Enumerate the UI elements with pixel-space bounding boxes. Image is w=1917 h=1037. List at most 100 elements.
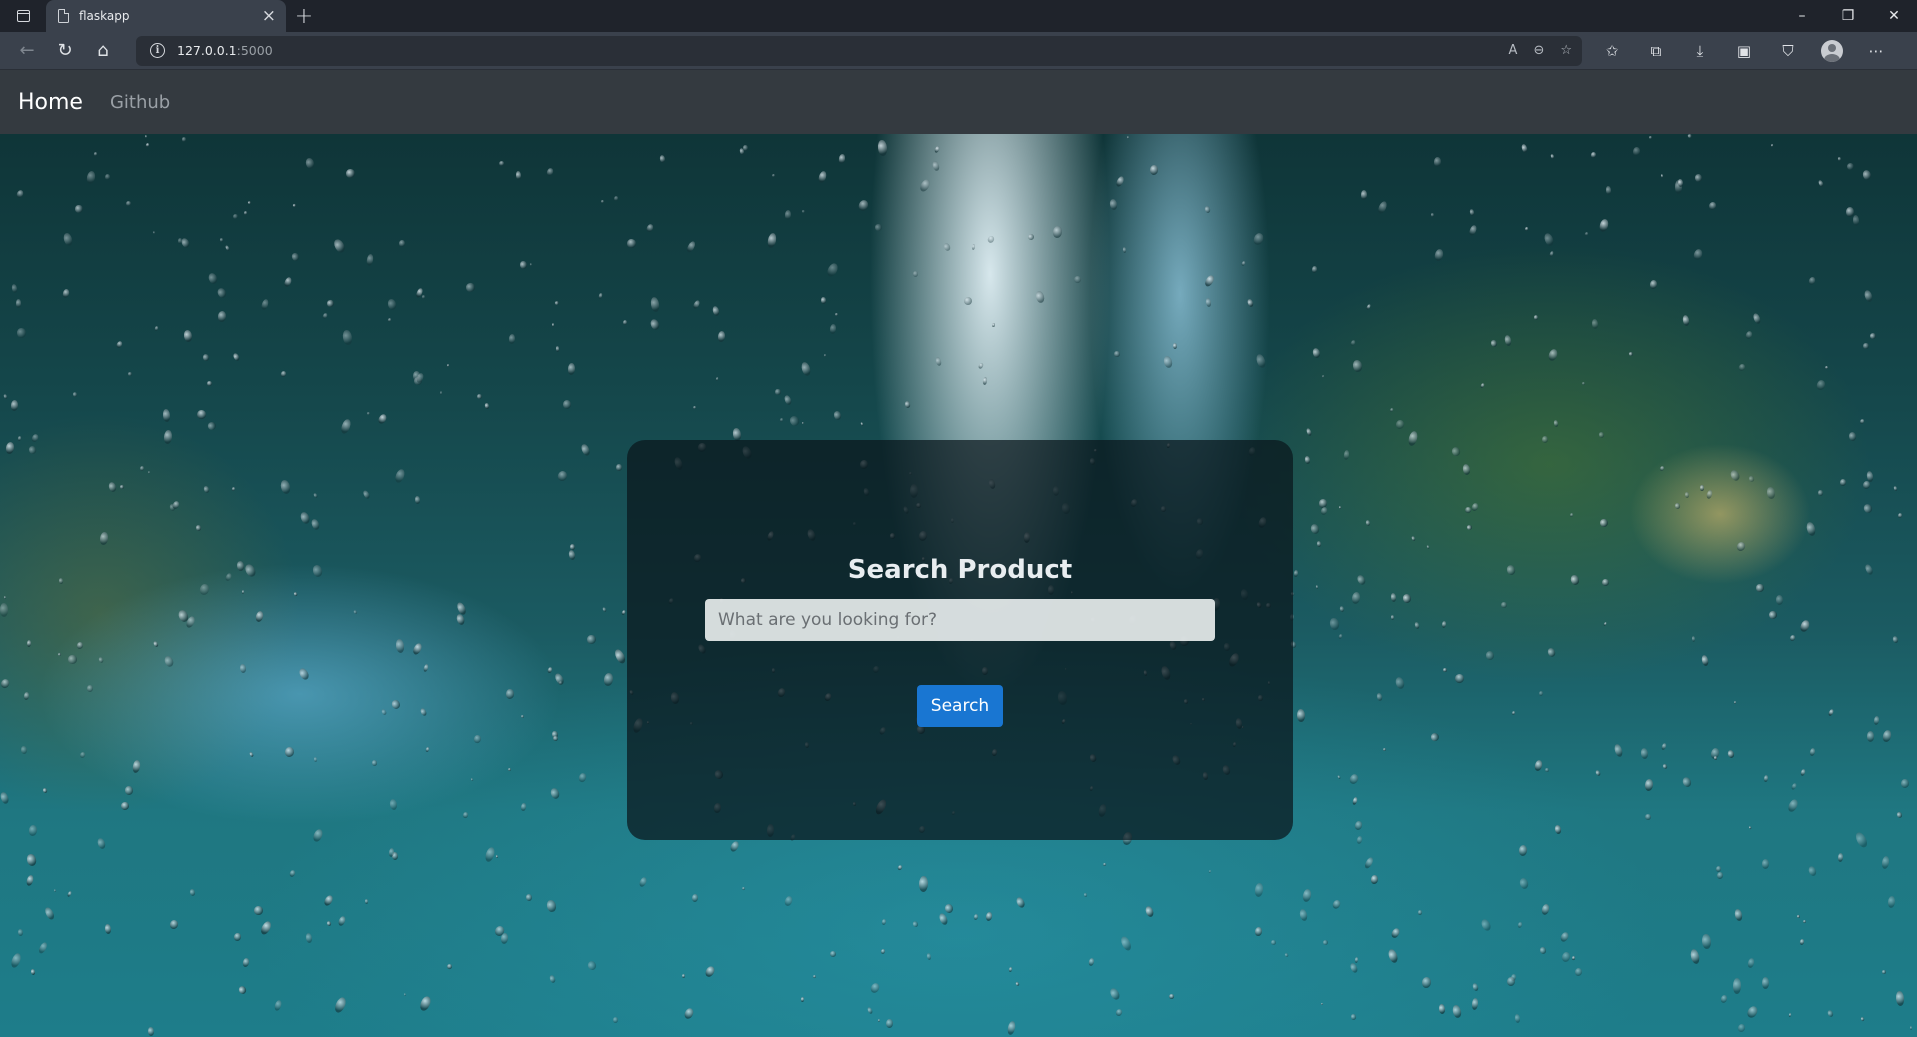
zoom-icon[interactable]: ⊖ bbox=[1533, 43, 1544, 58]
browser-essentials-icon[interactable]: ▣ bbox=[1722, 32, 1766, 70]
rain-drop bbox=[1603, 622, 1608, 628]
rain-drop bbox=[691, 893, 698, 903]
rain-drop bbox=[1144, 905, 1155, 918]
rain-drop bbox=[1365, 519, 1371, 527]
read-aloud-icon[interactable]: A bbox=[1509, 43, 1518, 58]
rain-drop bbox=[86, 684, 94, 692]
rain-drop bbox=[1659, 464, 1666, 472]
rain-drop bbox=[30, 968, 36, 976]
rain-drop bbox=[161, 408, 171, 423]
rain-drop bbox=[341, 329, 353, 347]
rain-drop bbox=[978, 362, 985, 370]
new-tab-button[interactable]: + bbox=[286, 0, 322, 32]
rain-drop bbox=[236, 561, 245, 572]
site-info-icon[interactable]: i bbox=[150, 43, 165, 58]
close-tab-icon[interactable]: × bbox=[262, 7, 276, 25]
rain-drop bbox=[15, 189, 25, 199]
rain-drop bbox=[1088, 957, 1096, 966]
rain-drop bbox=[1108, 986, 1121, 1002]
restore-button[interactable]: ❐ bbox=[1825, 0, 1871, 32]
rain-drop bbox=[326, 299, 335, 308]
rain-drop bbox=[189, 888, 196, 896]
rain-drop bbox=[387, 317, 392, 322]
rain-drop bbox=[823, 354, 827, 357]
rain-drop bbox=[1839, 478, 1847, 487]
rain-drop bbox=[1747, 957, 1756, 969]
rain-drop bbox=[973, 913, 979, 920]
rain-drop bbox=[1807, 276, 1817, 286]
rain-drop bbox=[1775, 595, 1783, 606]
rain-drop bbox=[1744, 329, 1753, 340]
rain-drop bbox=[1241, 260, 1246, 267]
rain-drop bbox=[310, 518, 321, 532]
tab-actions-icon[interactable] bbox=[0, 0, 46, 32]
rain-drop bbox=[1824, 365, 1829, 370]
profile-icon[interactable] bbox=[1810, 32, 1854, 70]
rain-drop bbox=[1450, 445, 1462, 457]
rain-drop bbox=[1390, 927, 1402, 940]
search-input[interactable] bbox=[705, 599, 1215, 641]
rain-drop bbox=[1729, 468, 1742, 482]
rain-drop bbox=[1707, 200, 1718, 211]
rain-drop bbox=[616, 464, 623, 472]
rain-drop bbox=[612, 195, 619, 202]
favorites-icon[interactable]: ✩ bbox=[1590, 32, 1634, 70]
rain-drop bbox=[9, 952, 23, 970]
rain-drop bbox=[1613, 743, 1624, 759]
rain-drop bbox=[612, 648, 627, 665]
shield-icon[interactable]: ⛉ bbox=[1766, 32, 1810, 70]
rain-drop bbox=[76, 641, 85, 650]
back-button[interactable]: ← bbox=[8, 32, 46, 70]
rain-drop bbox=[1252, 231, 1265, 247]
rain-drop bbox=[1553, 419, 1559, 427]
rain-drop bbox=[1172, 343, 1178, 350]
browser-tab[interactable]: flaskapp × bbox=[46, 0, 286, 32]
hero-background: Search Product Search bbox=[0, 133, 1917, 1037]
add-favorite-icon[interactable]: ☆ bbox=[1560, 43, 1572, 58]
more-icon[interactable]: ⋯ bbox=[1854, 32, 1898, 70]
rain-drop bbox=[600, 200, 604, 204]
rain-drop bbox=[779, 417, 785, 423]
address-bar-tools: A ⊖ ☆ bbox=[1509, 43, 1572, 58]
rain-drop bbox=[692, 405, 697, 410]
rain-drop bbox=[1337, 774, 1342, 780]
toolbar-tools: ✩ ⧉ ⤓ ▣ ⛉ ⋯ bbox=[1590, 32, 1898, 70]
rain-drop bbox=[649, 318, 662, 332]
rain-drop bbox=[1350, 1013, 1356, 1020]
window-controls: – ❐ ✕ bbox=[1779, 0, 1917, 32]
rain-drop bbox=[1726, 749, 1735, 760]
rain-drop bbox=[897, 864, 903, 871]
rain-drop bbox=[1533, 759, 1543, 772]
rain-drop bbox=[4, 441, 15, 455]
url-text[interactable]: 127.0.0.1:5000 bbox=[177, 43, 273, 58]
nav-github-link[interactable]: Github bbox=[110, 92, 170, 113]
close-window-button[interactable]: ✕ bbox=[1871, 0, 1917, 32]
rain-drop bbox=[728, 840, 741, 854]
search-button[interactable]: Search bbox=[917, 685, 1003, 727]
address-bar[interactable]: i 127.0.0.1:5000 A ⊖ ☆ bbox=[136, 35, 1582, 66]
downloads-icon[interactable]: ⤓ bbox=[1678, 32, 1722, 70]
rain-drop bbox=[1649, 279, 1658, 290]
rain-drop bbox=[446, 963, 453, 970]
rain-drop bbox=[771, 173, 775, 178]
rain-drop bbox=[1584, 231, 1590, 237]
rain-drop bbox=[1826, 1008, 1835, 1018]
collections-icon[interactable]: ⧉ bbox=[1634, 32, 1678, 70]
rain-drop bbox=[147, 471, 151, 475]
rain-drop bbox=[1469, 208, 1475, 216]
rain-drop bbox=[1413, 621, 1420, 629]
rain-drop bbox=[1684, 491, 1690, 499]
rain-drop bbox=[206, 272, 219, 286]
rain-drop bbox=[202, 352, 211, 362]
home-button[interactable]: ⌂ bbox=[84, 32, 122, 70]
minimize-button[interactable]: – bbox=[1779, 0, 1825, 32]
rain-drop bbox=[98, 531, 109, 546]
rain-drop bbox=[1692, 247, 1704, 261]
nav-home-link[interactable]: Home bbox=[18, 90, 83, 115]
rain-drop bbox=[1539, 946, 1547, 954]
rain-drop bbox=[1540, 903, 1551, 916]
refresh-button[interactable]: ↻ bbox=[46, 32, 84, 70]
rain-drop bbox=[259, 920, 274, 937]
rain-drop bbox=[1863, 563, 1874, 577]
rain-drop bbox=[168, 918, 179, 930]
